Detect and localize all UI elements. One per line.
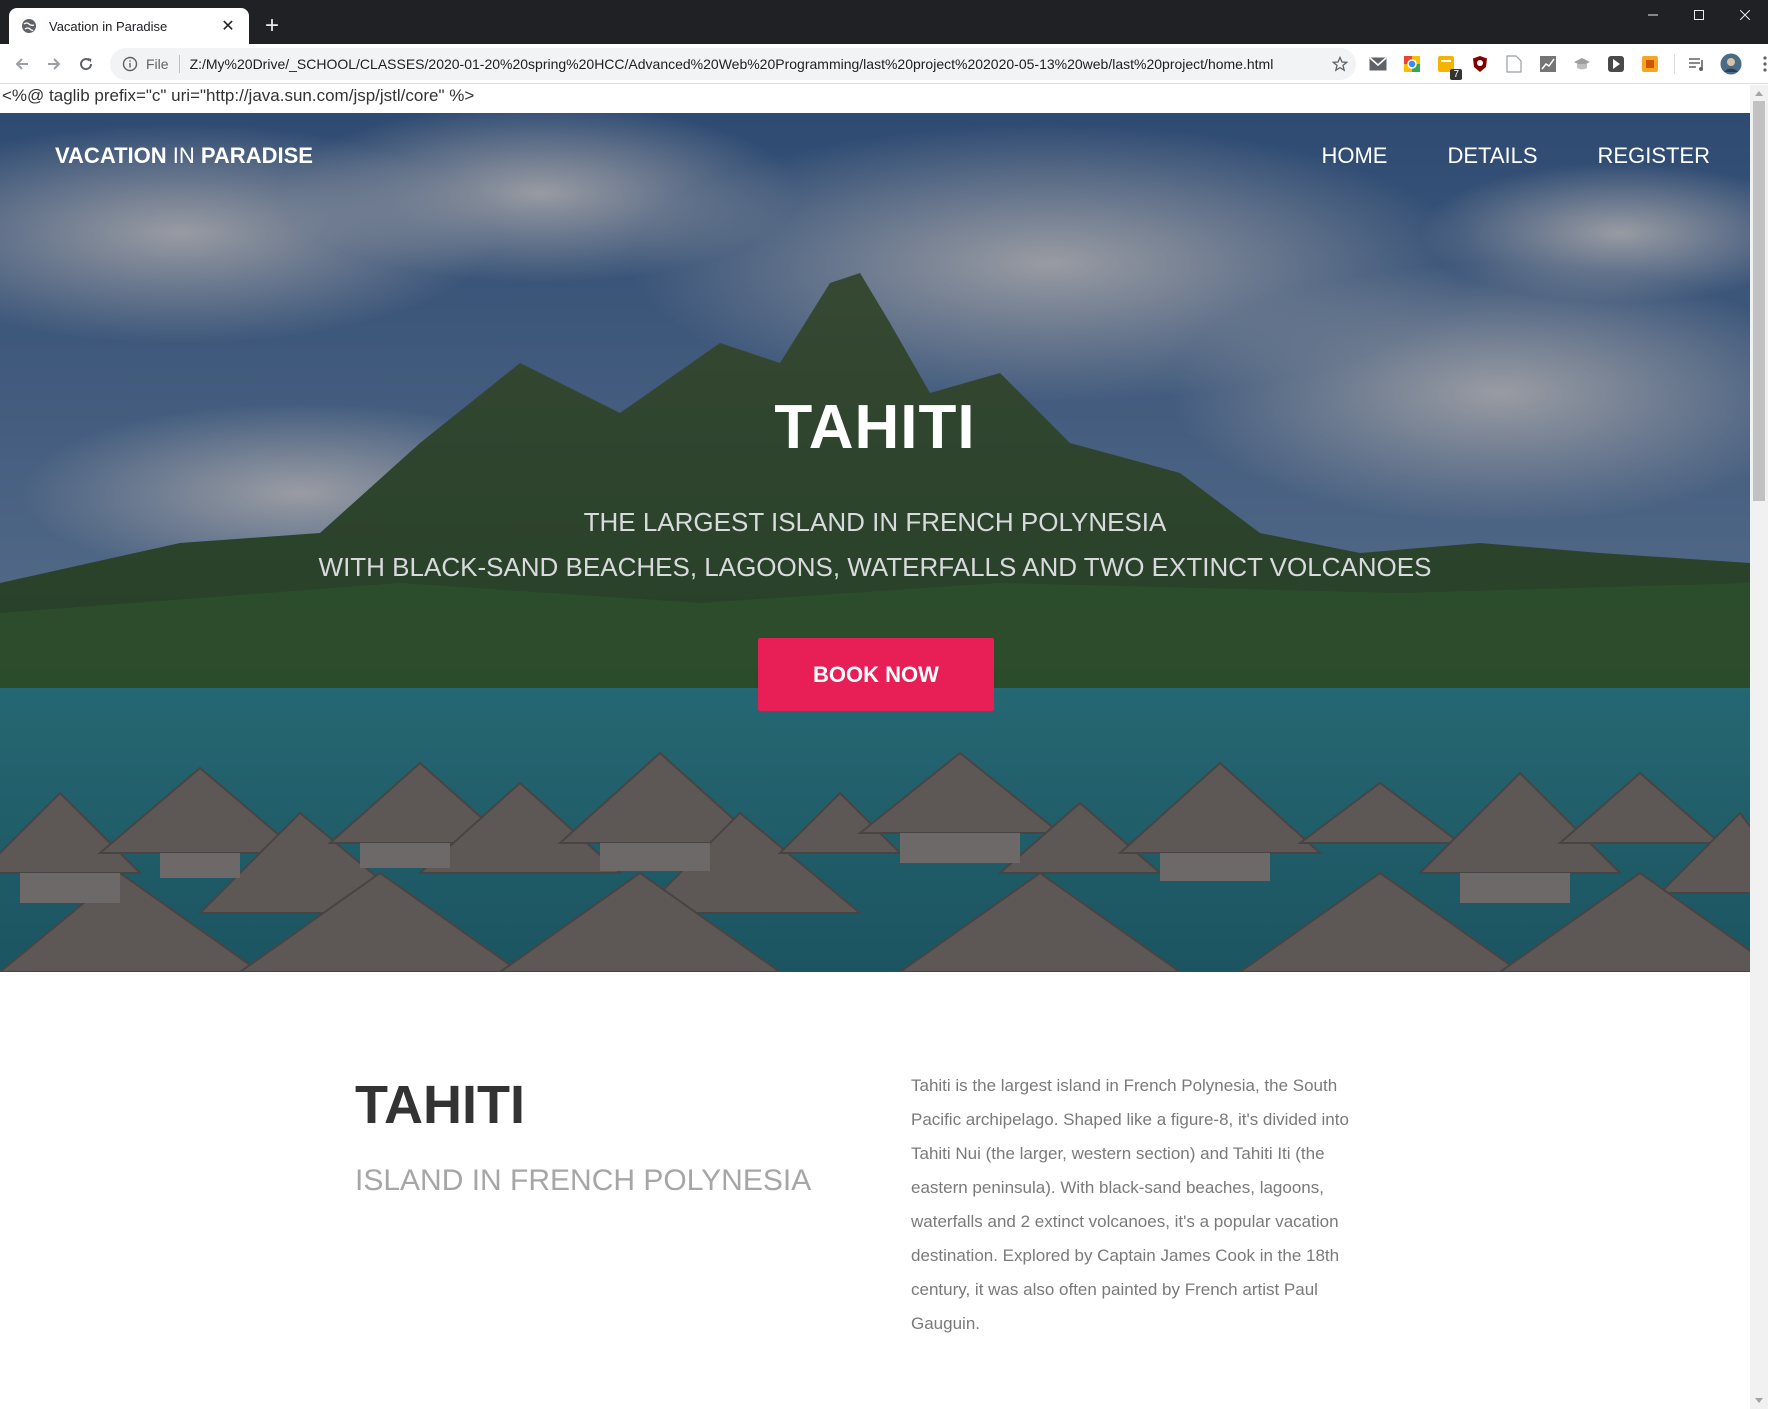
- maximize-icon[interactable]: [1676, 0, 1722, 30]
- hero-title: TAHITI: [774, 393, 976, 462]
- ublock-icon[interactable]: [1468, 52, 1492, 76]
- hero-subtitle-line-1: THE LARGEST ISLAND IN FRENCH POLYNESIA: [583, 507, 1167, 537]
- notes-extension-icon[interactable]: 7: [1434, 52, 1462, 80]
- info-icon[interactable]: [122, 56, 138, 72]
- about-title: TAHITI: [355, 1075, 525, 1135]
- brand-part-3: PARADISE: [200, 143, 313, 168]
- star-icon[interactable]: [1324, 48, 1356, 80]
- tab-strip: Vacation in Paradise ✕ +: [0, 0, 1768, 44]
- back-icon[interactable]: [8, 50, 36, 78]
- forward-icon[interactable]: [40, 50, 68, 78]
- hero-dark-overlay: [0, 113, 1750, 972]
- globe-icon: [22, 19, 36, 33]
- scroll-up-icon[interactable]: [1750, 85, 1768, 101]
- nav-details[interactable]: DETAILS: [1447, 143, 1537, 169]
- reload-icon[interactable]: [72, 50, 100, 78]
- new-tab-button[interactable]: +: [258, 12, 286, 40]
- about-description: Tahiti is the largest island in French P…: [911, 1076, 1349, 1333]
- nav-home[interactable]: HOME: [1321, 143, 1387, 169]
- pushbullet-icon[interactable]: [1604, 52, 1628, 76]
- chrome-extension-icon[interactable]: [1400, 52, 1424, 76]
- page-viewport: <%@ taglib prefix="c" uri="http://java.s…: [0, 85, 1768, 1409]
- extensions-bar: 7: [1366, 52, 1768, 80]
- graduation-icon[interactable]: [1570, 52, 1594, 76]
- browser-toolbar: File Z:/My%20Drive/_SCHOOL/CLASSES/2020-…: [0, 44, 1768, 84]
- brand-part-2: IN: [172, 143, 195, 168]
- active-tab[interactable]: Vacation in Paradise ✕: [9, 8, 249, 44]
- brand-part-1: VACATION: [55, 143, 167, 168]
- url-text[interactable]: Z:/My%20Drive/_SCHOOL/CLASSES/2020-01-20…: [190, 56, 1324, 72]
- toolbar-separator: [1674, 54, 1675, 74]
- about-subtitle: ISLAND IN FRENCH POLYNESIA: [355, 1164, 812, 1197]
- nav-register[interactable]: REGISTER: [1598, 143, 1710, 169]
- minimize-icon[interactable]: [1630, 0, 1676, 30]
- about-section: TAHITI ISLAND IN FRENCH POLYNESIA Tahiti…: [0, 972, 1750, 1409]
- scroll-down-icon[interactable]: [1750, 1393, 1768, 1409]
- vertical-scrollbar[interactable]: [1750, 85, 1768, 1409]
- hero-section: VACATION IN PARADISE HOME DETAILS REGIST…: [0, 113, 1750, 972]
- media-control-icon[interactable]: [1685, 52, 1709, 76]
- document-icon[interactable]: [1502, 52, 1526, 76]
- chart-extension-icon[interactable]: [1536, 52, 1560, 76]
- address-bar[interactable]: File Z:/My%20Drive/_SCHOOL/CLASSES/2020-…: [110, 48, 1356, 80]
- jsp-directive-text: <%@ taglib prefix="c" uri="http://java.s…: [2, 86, 475, 105]
- tab-title: Vacation in Paradise: [49, 18, 168, 34]
- site-brand[interactable]: VACATION IN PARADISE: [55, 143, 313, 169]
- avatar[interactable]: [1719, 52, 1743, 76]
- honey-icon[interactable]: [1638, 52, 1662, 76]
- address-separator: [178, 55, 180, 73]
- scrollbar-thumb[interactable]: [1753, 101, 1765, 501]
- extension-badge: 7: [1450, 69, 1462, 80]
- book-now-button[interactable]: BOOK NOW: [758, 638, 994, 711]
- window-close-icon[interactable]: [1722, 0, 1768, 30]
- main-nav: HOME DETAILS REGISTER: [1261, 143, 1710, 169]
- menu-icon[interactable]: [1753, 52, 1768, 76]
- gmail-icon[interactable]: [1366, 52, 1390, 76]
- close-icon[interactable]: ✕: [219, 17, 237, 35]
- hero-subtitle-line-2: WITH BLACK-SAND BEACHES, LAGOONS, WATERF…: [318, 552, 1432, 582]
- window-controls: [1630, 0, 1768, 30]
- address-scheme: File: [146, 56, 169, 72]
